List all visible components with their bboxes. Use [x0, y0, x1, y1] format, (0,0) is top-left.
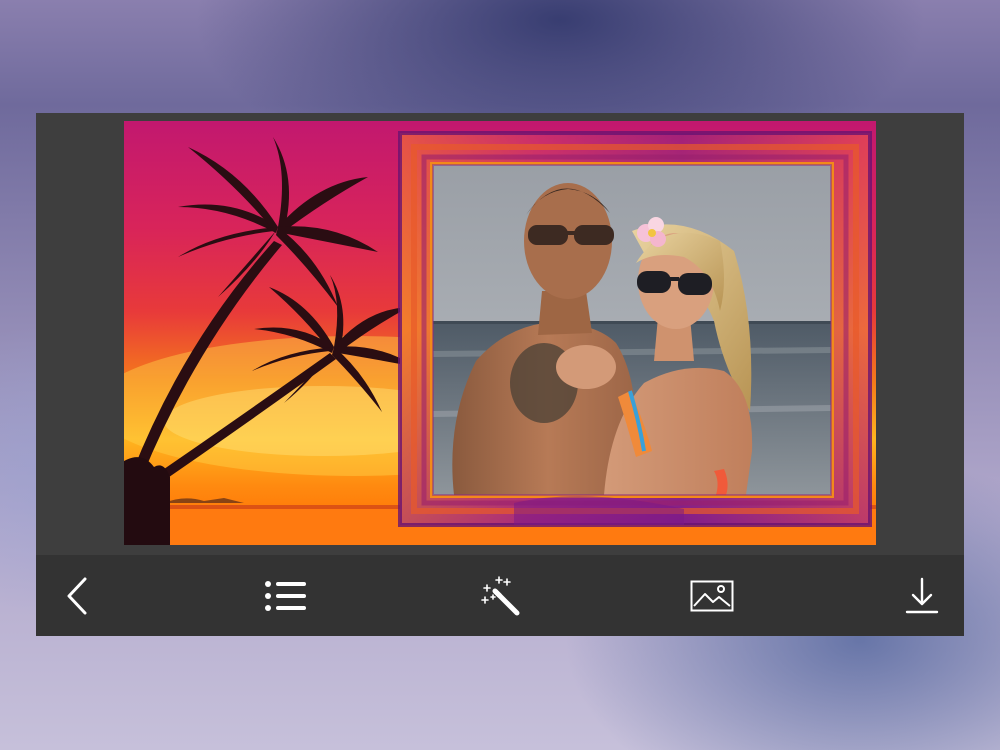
bottom-toolbar: [36, 555, 964, 636]
photo-frame-editor: [36, 113, 964, 636]
framed-photo: [124, 121, 876, 545]
gallery-button[interactable]: [688, 573, 736, 619]
photo-frame-canvas[interactable]: [124, 121, 876, 545]
couple-photo: [433, 165, 831, 495]
save-button[interactable]: [898, 573, 946, 619]
list-icon: [265, 581, 306, 611]
effects-button[interactable]: [476, 573, 524, 619]
back-button[interactable]: [54, 573, 102, 619]
download-icon: [905, 577, 939, 614]
magic-wand-icon: [481, 576, 520, 616]
chevron-left-icon: [67, 577, 87, 615]
frames-button[interactable]: [262, 573, 310, 619]
image-icon: [690, 580, 734, 612]
